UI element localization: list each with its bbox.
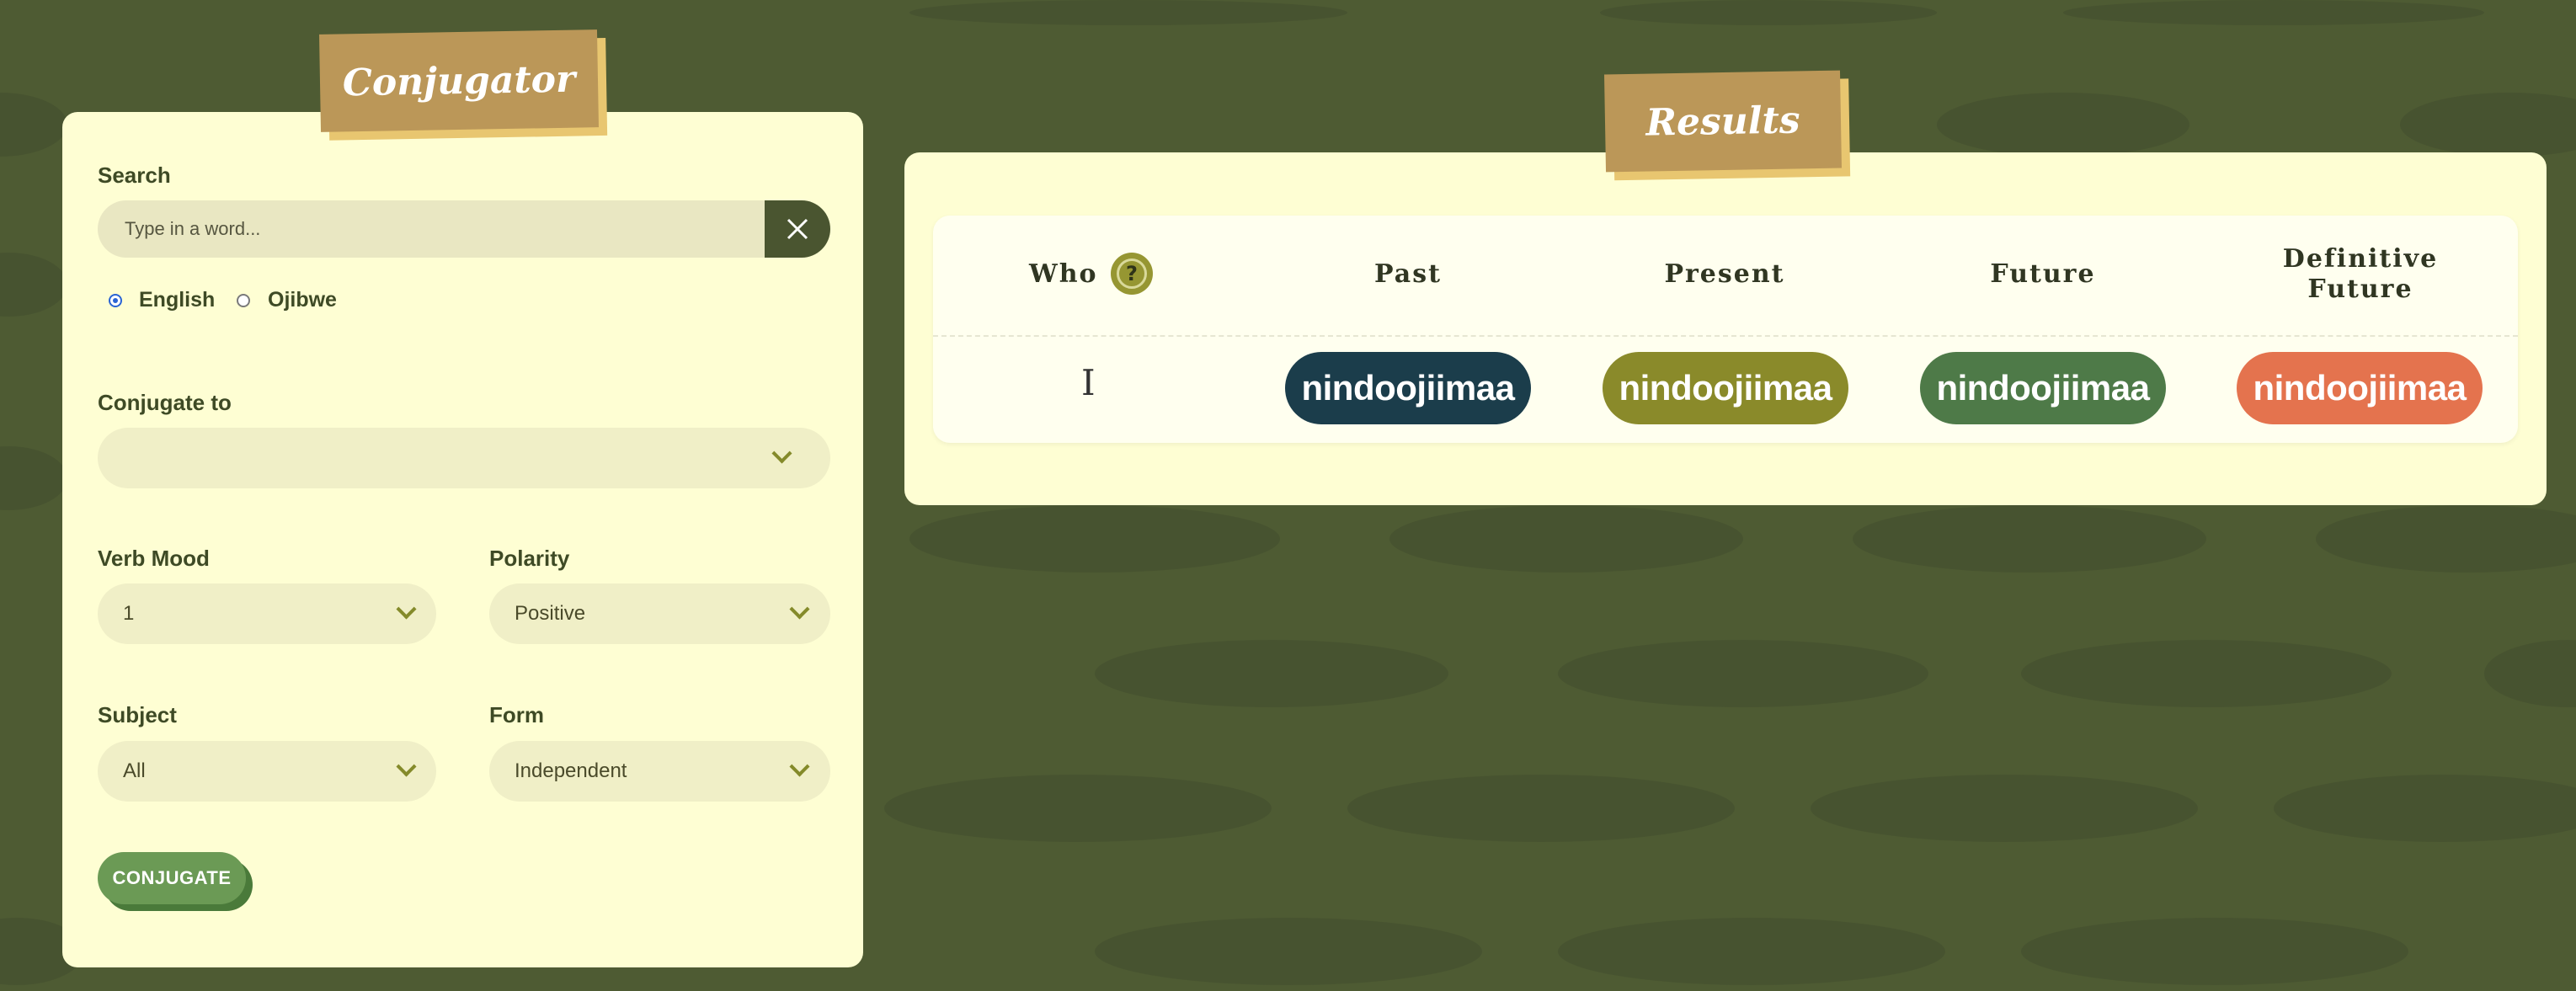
present-form-pill: nindoojiimaa xyxy=(1603,352,1848,424)
verb-mood-select[interactable]: 1 xyxy=(98,583,436,644)
conjugator-title-tab: Conjugator xyxy=(319,29,599,132)
chevron-down-icon xyxy=(396,756,417,777)
who-cell: I xyxy=(1081,362,1096,403)
column-header-present: Present xyxy=(1664,259,1785,289)
verb-mood-label: Verb Mood xyxy=(98,546,210,571)
conjugate-to-select[interactable] xyxy=(98,428,830,488)
past-form-pill: nindoojiimaa xyxy=(1285,352,1531,424)
english-radio[interactable] xyxy=(109,294,122,307)
chevron-down-icon xyxy=(396,599,417,620)
header-divider xyxy=(933,335,2518,337)
ojibwe-radio[interactable] xyxy=(237,294,250,307)
form-select[interactable]: Independent xyxy=(489,741,830,802)
subject-select[interactable]: All xyxy=(98,741,436,802)
column-header-future: Future xyxy=(1990,259,2096,289)
form-label: Form xyxy=(489,702,544,727)
column-header-past: Past xyxy=(1374,259,1442,289)
polarity-label: Polarity xyxy=(489,546,570,571)
column-header-who: Who xyxy=(1029,259,1098,289)
search-input[interactable] xyxy=(98,200,765,258)
conjugator-title: Conjugator xyxy=(342,57,576,104)
future-form-pill: nindoojiimaa xyxy=(1920,352,2166,424)
chevron-down-icon xyxy=(789,756,810,777)
polarity-select[interactable]: Positive xyxy=(489,583,830,644)
close-icon xyxy=(787,218,808,240)
help-icon-glyph: ? xyxy=(1117,258,1147,289)
help-icon[interactable]: ? xyxy=(1111,253,1153,295)
subject-label: Subject xyxy=(98,702,177,727)
conjugate-button[interactable]: CONJUGATE xyxy=(98,852,246,904)
conjugate-to-label: Conjugate to xyxy=(98,390,232,415)
polarity-value: Positive xyxy=(515,602,586,625)
english-radio-label[interactable]: English xyxy=(139,288,215,312)
clear-search-button[interactable] xyxy=(765,200,830,258)
definitive-future-form-pill: nindoojiimaa xyxy=(2237,352,2483,424)
results-title-tab: Results xyxy=(1604,70,1842,173)
form-value: Independent xyxy=(515,759,627,782)
chevron-down-icon xyxy=(789,599,810,620)
ojibwe-radio-label[interactable]: Ojibwe xyxy=(268,288,337,312)
results-title: Results xyxy=(1645,98,1800,145)
search-label: Search xyxy=(98,163,171,188)
verb-mood-value: 1 xyxy=(123,602,135,625)
chevron-down-icon xyxy=(771,443,792,464)
subject-value: All xyxy=(123,759,146,782)
column-header-definitive-future: Definitive Future xyxy=(2282,244,2439,304)
